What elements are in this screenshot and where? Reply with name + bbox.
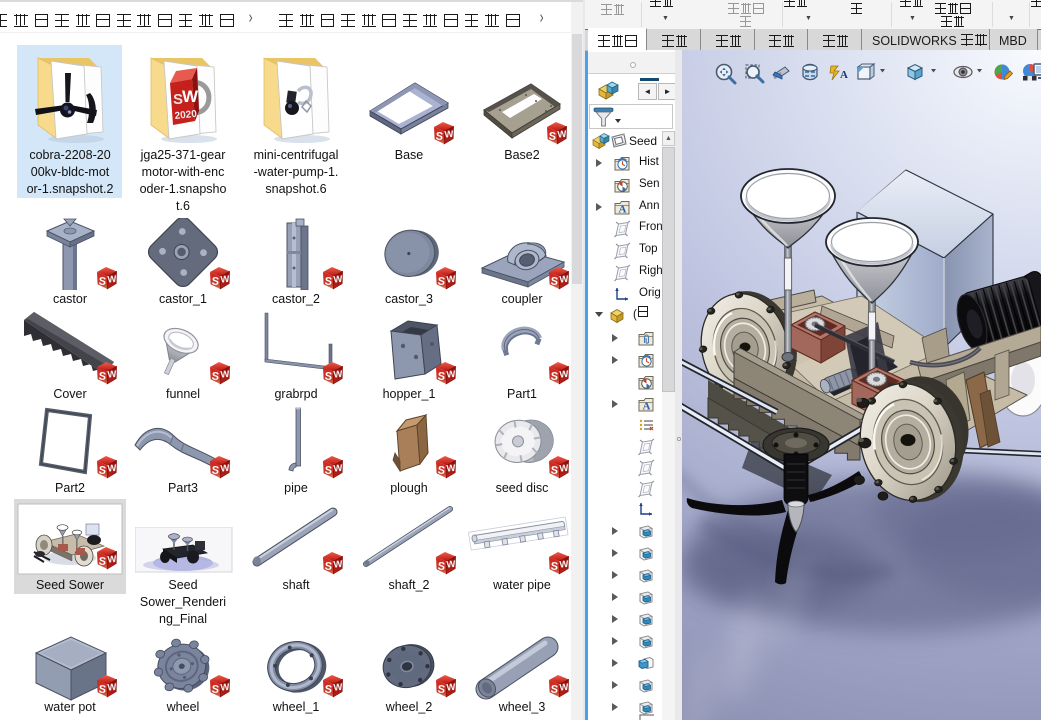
svg-text:S: S — [437, 464, 446, 477]
svg-text:W: W — [446, 559, 456, 571]
svg-text:W: W — [333, 463, 343, 475]
svg-text:W: W — [107, 463, 117, 475]
svg-text:W: W — [559, 463, 569, 475]
svg-text:W: W — [333, 682, 343, 694]
svg-text:W: W — [333, 274, 343, 286]
svg-text:W: W — [182, 87, 199, 106]
svg-text:S: S — [437, 683, 446, 696]
svg-text:W: W — [333, 369, 343, 381]
svg-text:S: S — [437, 560, 446, 573]
svg-text:W: W — [107, 554, 117, 566]
svg-text:S: S — [211, 683, 220, 696]
svg-text:S: S — [98, 275, 107, 288]
svg-text:S: S — [548, 130, 557, 143]
svg-text:W: W — [107, 682, 117, 694]
svg-text:W: W — [559, 682, 569, 694]
svg-text:W: W — [557, 129, 567, 141]
svg-text:A: A — [619, 204, 627, 216]
svg-text:W: W — [220, 463, 230, 475]
svg-text:W: W — [446, 463, 456, 475]
svg-text:A: A — [840, 69, 848, 81]
svg-text:W: W — [446, 682, 456, 694]
svg-text:W: W — [220, 682, 230, 694]
svg-text:S: S — [324, 370, 333, 383]
svg-text:A: A — [643, 401, 651, 413]
svg-text:W: W — [107, 369, 117, 381]
svg-text:S: S — [324, 464, 333, 477]
svg-text:S: S — [324, 560, 333, 573]
svg-text:S: S — [98, 683, 107, 696]
svg-text:S: S — [550, 275, 559, 288]
svg-text:S: S — [98, 370, 107, 383]
svg-text:S: S — [98, 555, 107, 568]
svg-text:W: W — [220, 274, 230, 286]
svg-text:S: S — [98, 464, 107, 477]
svg-text:S: S — [550, 560, 559, 573]
svg-text:S: S — [550, 683, 559, 696]
svg-text:S: S — [437, 275, 446, 288]
svg-text:W: W — [446, 369, 456, 381]
svg-text:S: S — [324, 683, 333, 696]
svg-text:S: S — [211, 370, 220, 383]
svg-text:W: W — [220, 369, 230, 381]
svg-text:S: S — [550, 464, 559, 477]
svg-text:S: S — [550, 370, 559, 383]
svg-text:S: S — [211, 464, 220, 477]
svg-text:S: S — [435, 130, 444, 143]
svg-text:W: W — [559, 274, 569, 286]
svg-text:W: W — [333, 559, 343, 571]
svg-text:W: W — [107, 274, 117, 286]
svg-text:W: W — [559, 559, 569, 571]
svg-text:S: S — [437, 370, 446, 383]
svg-text:S: S — [324, 275, 333, 288]
svg-text:W: W — [446, 274, 456, 286]
svg-text:W: W — [444, 129, 454, 141]
svg-text:W: W — [559, 369, 569, 381]
svg-text:S: S — [211, 275, 220, 288]
